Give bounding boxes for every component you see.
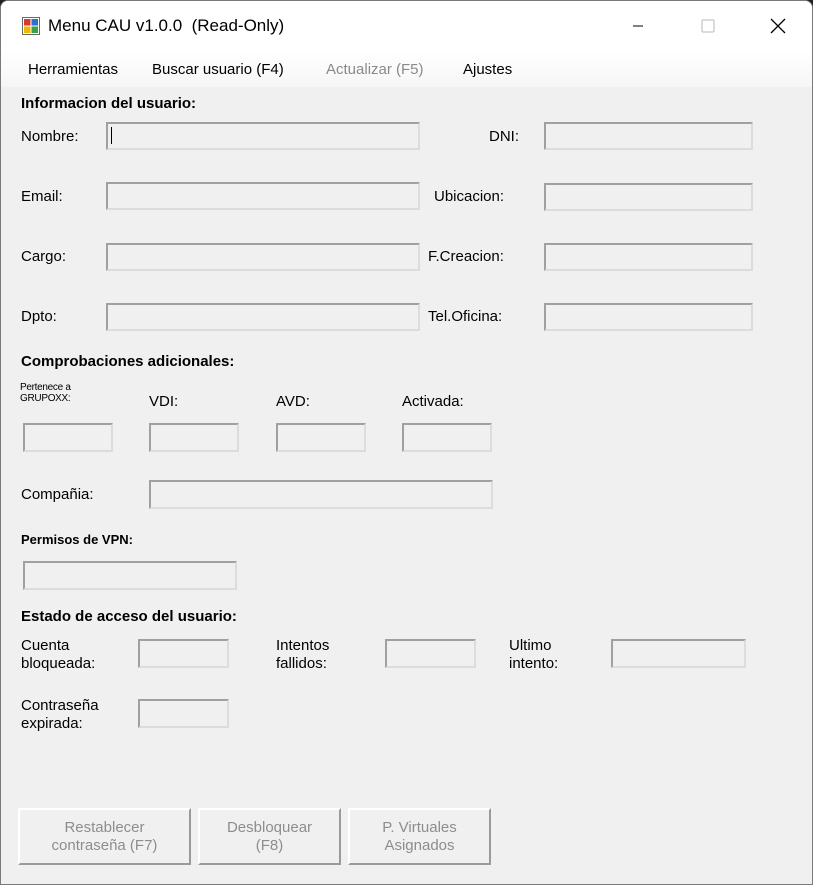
cargo-field[interactable] — [106, 243, 420, 271]
avd-field[interactable] — [276, 423, 366, 452]
vdi-label: VDI: — [149, 393, 179, 410]
vdi-field[interactable] — [149, 423, 239, 452]
menu-herramientas[interactable]: Herramientas — [28, 61, 118, 78]
window-title: Menu CAU v1.0.0 (Read-Only) — [48, 16, 285, 35]
compania-label: Compañia: — [21, 486, 94, 503]
expirada-label: Contraseña expirada: — [21, 697, 99, 732]
dpto-field[interactable] — [106, 303, 420, 331]
avd-label: AVD: — [276, 393, 310, 410]
app-icon — [22, 17, 40, 35]
teloficina-field[interactable] — [544, 303, 753, 331]
menu-actualizar[interactable]: Actualizar (F5) — [326, 61, 424, 78]
nombre-label: Nombre: — [21, 128, 79, 145]
ubicacion-field[interactable] — [544, 183, 753, 211]
compania-field[interactable] — [149, 480, 493, 509]
ubicacion-label: Ubicacion: — [434, 188, 505, 205]
minimize-icon — [633, 25, 643, 27]
activada-label: Activada: — [402, 393, 464, 410]
nombre-field[interactable] — [106, 122, 420, 150]
dni-field[interactable] — [544, 122, 753, 150]
fcreacion-label: F.Creacion: — [428, 248, 504, 265]
bloqueada-label: Cuenta bloqueada: — [21, 637, 96, 672]
expirada-field[interactable] — [138, 699, 229, 728]
menu-bar: Herramientas Buscar usuario (F4) Actuali… — [1, 51, 812, 87]
menu-ajustes[interactable]: Ajustes — [463, 61, 512, 78]
title-bar[interactable]: Menu CAU v1.0.0 (Read-Only) — [1, 1, 812, 51]
cargo-label: Cargo: — [21, 248, 67, 265]
menu-buscar-usuario[interactable]: Buscar usuario (F4) — [152, 61, 284, 78]
close-icon — [770, 18, 786, 34]
fcreacion-field[interactable] — [544, 243, 753, 271]
dni-label: DNI: — [489, 128, 519, 145]
vpn-label: Permisos de VPN: — [21, 532, 133, 547]
minimize-button[interactable] — [603, 1, 673, 51]
access-heading: Estado de acceso del usuario: — [21, 608, 237, 625]
user-info-heading: Informacion del usuario: — [21, 95, 197, 112]
unlock-button[interactable]: Desbloquear (F8) — [198, 808, 341, 865]
reset-password-button[interactable]: Restablecer contraseña (F7) — [18, 808, 191, 865]
grupo-label: Pertenece a GRUPOXX: — [20, 382, 71, 404]
ultimo-label: Ultimo intento: — [509, 637, 559, 672]
virtual-printers-button[interactable]: P. Virtuales Asignados — [348, 808, 491, 865]
bloqueada-field[interactable] — [138, 639, 229, 668]
maximize-icon — [701, 19, 715, 33]
ultimo-field[interactable] — [611, 639, 746, 668]
vpn-field[interactable] — [23, 561, 237, 590]
dpto-label: Dpto: — [21, 308, 57, 325]
activada-field[interactable] — [402, 423, 492, 452]
email-label: Email: — [21, 188, 63, 205]
close-button[interactable] — [743, 1, 812, 51]
intentos-label: Intentos fallidos: — [276, 637, 330, 672]
maximize-button[interactable] — [673, 1, 743, 51]
checks-heading: Comprobaciones adicionales: — [21, 353, 235, 370]
main-window: Menu CAU v1.0.0 (Read-Only) Herramientas… — [0, 0, 813, 885]
email-field[interactable] — [106, 182, 420, 210]
teloficina-label: Tel.Oficina: — [428, 308, 503, 325]
grupo-field[interactable] — [23, 423, 113, 452]
intentos-field[interactable] — [385, 639, 476, 668]
